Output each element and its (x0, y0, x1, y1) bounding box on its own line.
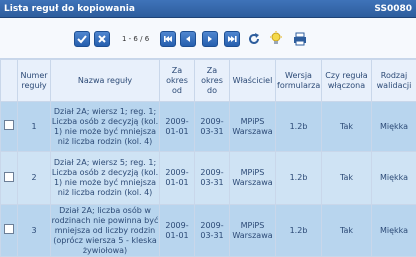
row-select-cell (1, 102, 18, 152)
cell-owner: MPiPS Warszawa (230, 152, 276, 205)
cell-type: Miękka (372, 205, 416, 257)
window-code: SS0080 (374, 4, 412, 14)
print-icon[interactable] (292, 31, 308, 47)
table-row[interactable]: 1 Dział 2A; wiersz 1; reg. 1; Liczba osó… (1, 102, 416, 152)
previous-page-icon[interactable] (180, 31, 196, 47)
column-header-version[interactable]: Wersja formularza (276, 60, 322, 102)
cell-to: 2009-03-31 (195, 205, 230, 257)
cell-number: 2 (18, 152, 51, 205)
cell-from: 2009-01-01 (160, 205, 195, 257)
cell-version: 1.2b (276, 102, 322, 152)
cell-type: Miękka (372, 102, 416, 152)
row-checkbox[interactable] (4, 224, 14, 234)
cell-type: Miękka (372, 152, 416, 205)
window-titlebar: Lista reguł do kopiowania SS0080 (0, 0, 416, 18)
cell-name: Dział 2A; wiersz 5; reg. 1; Liczba osób … (51, 152, 160, 205)
cell-version: 1.2b (276, 152, 322, 205)
cell-enabled: Tak (322, 152, 372, 205)
row-select-cell (1, 205, 18, 257)
cell-owner: MPiPS Warszawa (230, 205, 276, 257)
first-page-icon[interactable] (160, 31, 176, 47)
cell-number: 3 (18, 205, 51, 257)
pager-text: 1 - 6 / 6 (122, 35, 149, 43)
cell-owner: MPiPS Warszawa (230, 102, 276, 152)
rules-table: Numer reguły Nazwa reguły Za okres od Za… (0, 59, 416, 257)
table-row[interactable]: 3 Dział 2A; liczba osób w rodzinach nie … (1, 205, 416, 257)
cell-enabled: Tak (322, 102, 372, 152)
column-header-enabled[interactable]: Czy reguła włączona (322, 60, 372, 102)
lightbulb-icon[interactable] (268, 31, 284, 47)
row-checkbox[interactable] (4, 120, 14, 130)
column-header-from[interactable]: Za okres od (160, 60, 195, 102)
window-title: Lista reguł do kopiowania (4, 4, 135, 14)
refresh-icon[interactable] (246, 31, 262, 47)
column-header-number[interactable]: Numer reguły (18, 60, 51, 102)
column-header-owner[interactable]: Właściciel (230, 60, 276, 102)
check-icon[interactable] (74, 31, 90, 47)
next-page-icon[interactable] (202, 31, 218, 47)
cell-version: 1.2b (276, 205, 322, 257)
cell-name: Dział 2A; liczba osób w rodzinach nie po… (51, 205, 160, 257)
close-icon[interactable] (94, 31, 110, 47)
cell-number: 1 (18, 102, 51, 152)
last-page-icon[interactable] (224, 31, 240, 47)
toolbar: 1 - 6 / 6 (0, 18, 416, 59)
row-select-cell (1, 152, 18, 205)
cell-to: 2009-03-31 (195, 102, 230, 152)
row-checkbox[interactable] (4, 172, 14, 182)
cell-to: 2009-03-31 (195, 152, 230, 205)
cell-from: 2009-01-01 (160, 102, 195, 152)
table-row[interactable]: 2 Dział 2A; wiersz 5; reg. 1; Liczba osó… (1, 152, 416, 205)
table-header-row: Numer reguły Nazwa reguły Za okres od Za… (1, 60, 416, 102)
column-header-type[interactable]: Rodzaj walidacji (372, 60, 416, 102)
cell-enabled: Tak (322, 205, 372, 257)
column-header-to[interactable]: Za okres do (195, 60, 230, 102)
column-header-name[interactable]: Nazwa reguły (51, 60, 160, 102)
cell-from: 2009-01-01 (160, 152, 195, 205)
select-column-header (1, 60, 18, 102)
cell-name: Dział 2A; wiersz 1; reg. 1; Liczba osób … (51, 102, 160, 152)
